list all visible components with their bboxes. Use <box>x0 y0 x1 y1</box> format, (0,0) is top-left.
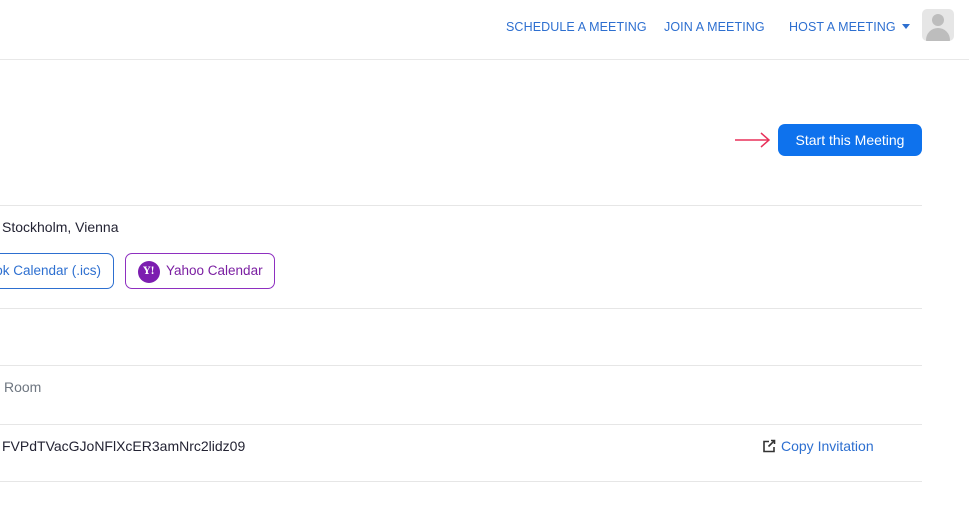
nav-host-meeting[interactable]: HOST A MEETING <box>789 20 910 34</box>
timezone-value: Stockholm, Vienna <box>2 219 119 235</box>
yahoo-calendar-button[interactable]: Y! Yahoo Calendar <box>125 253 275 289</box>
avatar-head <box>932 14 944 26</box>
yahoo-calendar-label: Yahoo Calendar <box>166 263 263 278</box>
start-meeting-button[interactable]: Start this Meeting <box>778 124 922 156</box>
arrow-right-icon <box>735 132 771 148</box>
section-divider <box>0 481 922 482</box>
section-divider <box>0 205 922 206</box>
outlook-calendar-label: ok Calendar (.ics) <box>0 263 101 278</box>
yahoo-icon: Y! <box>138 261 160 283</box>
top-navigation: SCHEDULE A MEETING JOIN A MEETING HOST A… <box>0 0 969 60</box>
meeting-detail-page: SCHEDULE A MEETING JOIN A MEETING HOST A… <box>0 0 969 518</box>
outlook-calendar-button[interactable]: ok Calendar (.ics) <box>0 253 114 289</box>
share-icon <box>763 439 776 453</box>
nav-join-meeting[interactable]: JOIN A MEETING <box>664 20 765 34</box>
nav-schedule-meeting[interactable]: SCHEDULE A MEETING <box>506 20 647 34</box>
section-divider <box>0 365 922 366</box>
nav-host-label: HOST A MEETING <box>789 20 896 34</box>
chevron-down-icon <box>901 24 910 30</box>
room-value: Room <box>4 379 42 395</box>
passcode-value: FVPdTVacGJoNFlXcER3amNrc2lidz09 <box>2 438 246 454</box>
avatar-body <box>926 28 950 41</box>
section-divider <box>0 308 922 309</box>
section-divider <box>0 424 922 425</box>
copy-invitation-label: Copy Invitation <box>781 438 874 454</box>
avatar[interactable] <box>922 9 954 41</box>
